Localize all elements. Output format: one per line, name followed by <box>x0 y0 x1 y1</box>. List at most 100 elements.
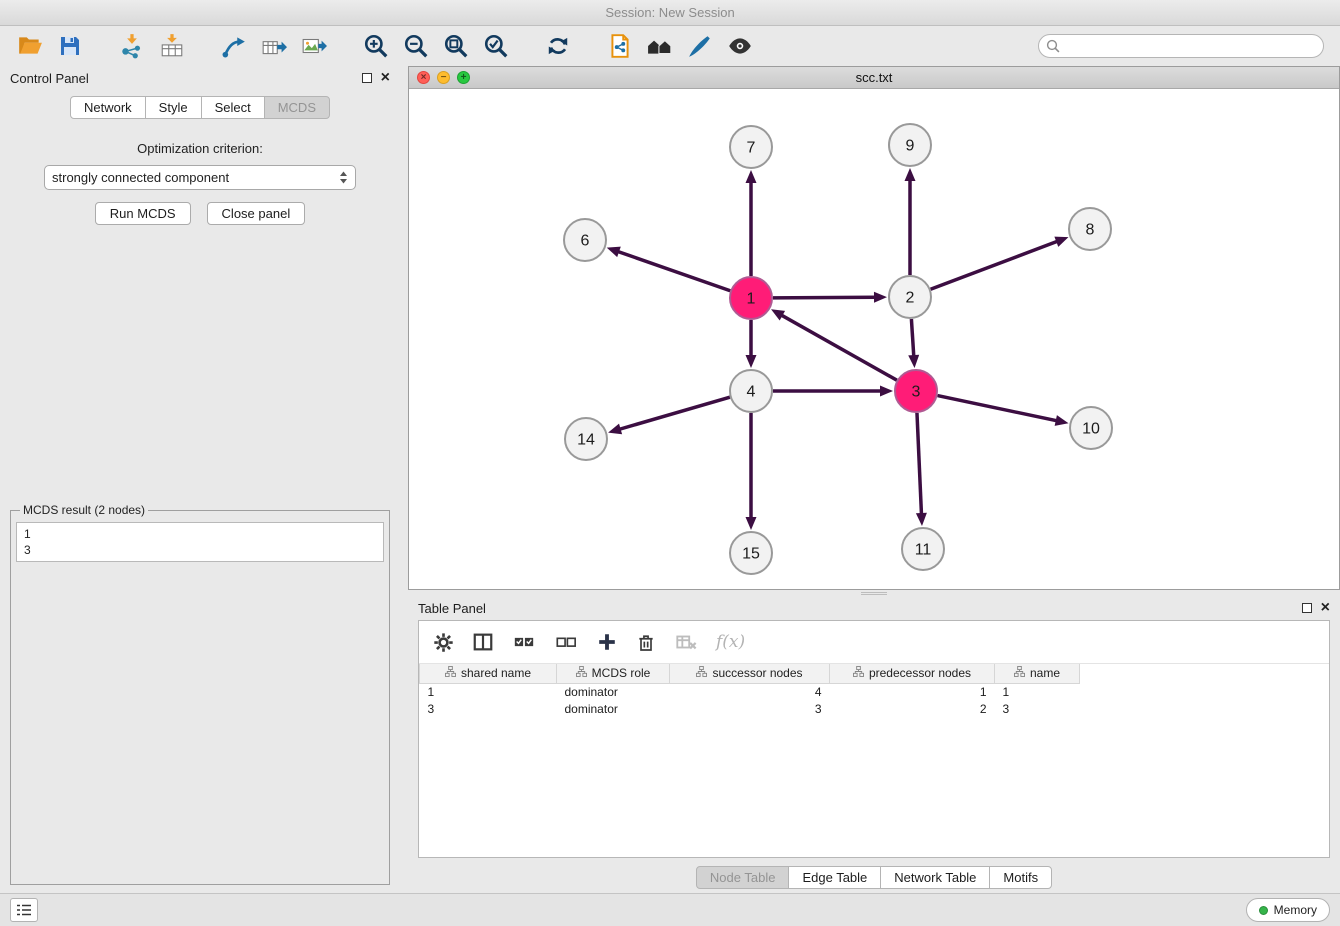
graph-edge-arrow-icon <box>746 170 757 183</box>
tab-style[interactable]: Style <box>145 96 202 119</box>
zoom-out-icon <box>403 33 429 59</box>
import-table-button[interactable] <box>152 28 192 64</box>
tab-network-table[interactable]: Network Table <box>880 866 990 889</box>
table-row[interactable]: 1dominator411 <box>420 683 1330 700</box>
column-header[interactable]: name <box>995 664 1080 683</box>
graph-edge[interactable] <box>938 396 1058 421</box>
table-cell[interactable]: 3 <box>420 700 557 717</box>
copy-style-button[interactable] <box>600 28 640 64</box>
table-settings-button[interactable] <box>433 632 454 653</box>
close-control-panel-icon[interactable]: × <box>381 73 390 83</box>
open-file-button[interactable] <box>10 28 50 64</box>
table-cell[interactable]: 2 <box>830 700 995 717</box>
graph-node-label: 1 <box>747 291 756 308</box>
float-table-panel-icon[interactable] <box>1302 603 1312 613</box>
memory-status-icon <box>1259 906 1268 915</box>
table-panel-header: Table Panel × <box>418 596 1330 620</box>
select-all-button[interactable] <box>512 631 536 653</box>
graph-edge[interactable] <box>781 315 897 381</box>
graph-node-label: 2 <box>906 290 915 307</box>
tab-select[interactable]: Select <box>201 96 265 119</box>
table-frame: f(x) shared nameMCDS rolesuccessor nodes… <box>418 620 1330 858</box>
mcds-result-line: 3 <box>24 542 376 558</box>
table-cell[interactable]: 3 <box>670 700 830 717</box>
window-titlebar: Session: New Session <box>0 0 1340 26</box>
tab-network[interactable]: Network <box>70 96 146 119</box>
first-neighbors-button[interactable] <box>640 28 680 64</box>
show-hide-button[interactable] <box>720 28 760 64</box>
delete-table-button[interactable] <box>674 631 698 653</box>
zoom-in-button[interactable] <box>356 28 396 64</box>
table-cell[interactable]: 1 <box>420 683 557 700</box>
column-header[interactable]: predecessor nodes <box>830 664 995 683</box>
show-columns-button[interactable] <box>472 631 494 653</box>
column-edit-icon <box>853 666 864 680</box>
table-cell[interactable]: dominator <box>557 700 670 717</box>
export-table-button[interactable] <box>254 28 294 64</box>
mcds-result-line: 1 <box>24 526 376 542</box>
memory-button[interactable]: Memory <box>1246 898 1330 922</box>
graph-edge[interactable] <box>931 241 1059 289</box>
function-builder-button[interactable]: f(x) <box>716 632 745 652</box>
node-table: shared nameMCDS rolesuccessor nodesprede… <box>419 664 1329 717</box>
graph-edge[interactable] <box>617 251 730 291</box>
tab-node-table[interactable]: Node Table <box>696 866 790 889</box>
style-brush-button[interactable] <box>680 28 720 64</box>
graph-edge-arrow-icon <box>1054 237 1068 247</box>
close-panel-button[interactable]: Close panel <box>207 202 306 225</box>
graph-edge[interactable] <box>619 397 730 429</box>
network-window-titlebar[interactable]: scc.txt × − + <box>409 67 1339 89</box>
search-input[interactable] <box>1038 34 1324 58</box>
deselect-all-icon <box>554 631 578 653</box>
tab-mcds[interactable]: MCDS <box>264 96 330 119</box>
table-row[interactable]: 3dominator323 <box>420 700 1330 717</box>
tab-edge-table[interactable]: Edge Table <box>788 866 881 889</box>
column-header[interactable]: MCDS role <box>557 664 670 683</box>
table-toolbar: f(x) <box>419 621 1329 664</box>
dropdown-arrows-icon <box>339 170 348 185</box>
import-network-button[interactable] <box>112 28 152 64</box>
mcds-result-box: MCDS result (2 nodes) 1 3 <box>10 503 390 885</box>
network-graph[interactable]: 7968124314101511 <box>409 89 1339 589</box>
deselect-all-button[interactable] <box>554 631 578 653</box>
task-history-button[interactable] <box>10 898 38 922</box>
zoom-in-icon <box>363 33 389 59</box>
window-title: Session: New Session <box>605 5 734 20</box>
table-cell[interactable]: dominator <box>557 683 670 700</box>
zoom-fit-button[interactable] <box>436 28 476 64</box>
add-column-button[interactable] <box>596 631 618 653</box>
delete-column-button[interactable] <box>636 632 656 653</box>
export-image-button[interactable] <box>294 28 334 64</box>
export-network-button[interactable] <box>214 28 254 64</box>
column-label: name <box>1030 666 1060 680</box>
table-cell[interactable]: 3 <box>995 700 1080 717</box>
float-control-panel-icon[interactable] <box>362 73 372 83</box>
graph-edge[interactable] <box>917 413 922 515</box>
network-canvas[interactable]: 7968124314101511 <box>409 89 1339 589</box>
mcds-result-list[interactable]: 1 3 <box>16 522 384 562</box>
column-header[interactable]: successor nodes <box>670 664 830 683</box>
splitter-grip-icon <box>861 592 887 595</box>
close-table-panel-icon[interactable]: × <box>1321 603 1330 613</box>
apply-layout-button[interactable] <box>538 28 578 64</box>
graph-edge-arrow-icon <box>905 168 916 181</box>
graph-edge[interactable] <box>773 297 876 298</box>
save-session-button[interactable] <box>50 28 90 64</box>
table-cell[interactable]: 4 <box>670 683 830 700</box>
table-cell-filler <box>1080 700 1330 717</box>
zoom-out-button[interactable] <box>396 28 436 64</box>
table-cell[interactable]: 1 <box>995 683 1080 700</box>
tab-motifs[interactable]: Motifs <box>989 866 1052 889</box>
table-cell[interactable]: 1 <box>830 683 995 700</box>
column-header[interactable]: shared name <box>420 664 557 683</box>
run-mcds-button[interactable]: Run MCDS <box>95 202 191 225</box>
graph-edge[interactable] <box>911 319 913 357</box>
graph-node-label: 14 <box>577 432 595 449</box>
first-neighbors-icon <box>646 33 674 59</box>
graph-edge-arrow-icon <box>874 292 887 303</box>
optimization-dropdown[interactable]: strongly connected component <box>44 165 356 190</box>
copy-style-icon <box>607 33 633 59</box>
status-bar: Memory <box>0 893 1340 926</box>
delete-table-icon <box>674 631 698 653</box>
zoom-selected-button[interactable] <box>476 28 516 64</box>
